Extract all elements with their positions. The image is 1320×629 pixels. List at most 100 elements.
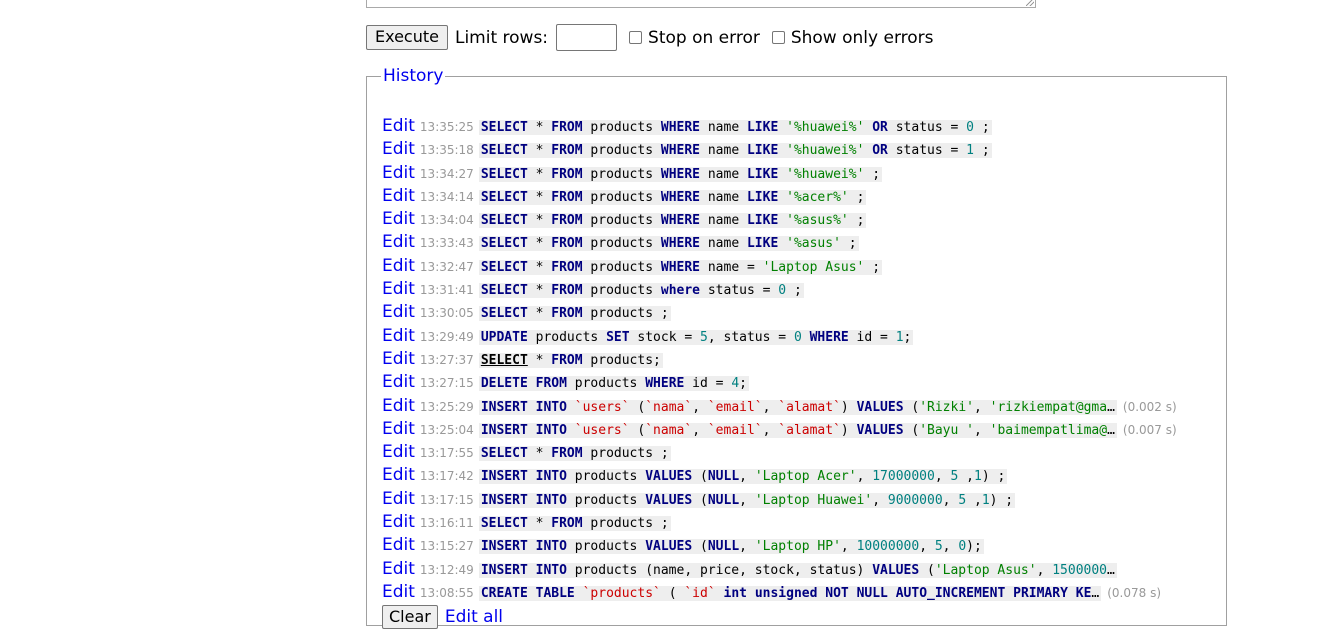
sql-token: `users`	[574, 422, 630, 438]
sql-token: INSERT	[480, 539, 528, 555]
sql-token: (	[629, 399, 646, 415]
edit-query-link[interactable]: Edit	[382, 559, 415, 579]
sql-token: TABLE	[535, 585, 575, 601]
resize-grip-icon[interactable]	[1026, 0, 1034, 6]
sql-token: status =	[887, 143, 967, 159]
sql-token: ;	[739, 376, 747, 392]
execute-button[interactable]: Execute	[366, 25, 448, 50]
edit-query-link[interactable]: Edit	[382, 512, 415, 532]
sql-token: status =	[700, 283, 779, 299]
sql-token: SELECT	[480, 352, 528, 368]
stop-on-error-option[interactable]: Stop on error	[629, 28, 760, 48]
sql-token: name	[700, 166, 747, 182]
sql-token: WHERE	[660, 166, 701, 182]
sql-token: )	[840, 399, 857, 415]
edit-query-link[interactable]: Edit	[382, 372, 415, 392]
sql-token: 1	[981, 492, 990, 508]
sql-token: LIKE	[746, 166, 779, 182]
sql-token: KE	[1075, 585, 1092, 601]
stop-on-error-checkbox[interactable]	[629, 31, 643, 44]
sql-token: *	[527, 213, 552, 229]
sql-textarea[interactable]	[366, 0, 1036, 8]
edit-query-link[interactable]: Edit	[382, 209, 415, 229]
query-timestamp: 13:29:49	[419, 329, 474, 344]
sql-token: ,	[942, 492, 959, 508]
sql-token: 5	[934, 539, 943, 555]
sql-token: 4	[731, 376, 740, 392]
sql-token: `nama`	[645, 422, 693, 438]
sql-token: …	[1107, 422, 1115, 438]
limit-rows-input[interactable]	[556, 24, 618, 51]
limit-rows-label: Limit rows:	[454, 27, 549, 48]
sql-token: INTO	[535, 422, 567, 438]
edit-query-link[interactable]: Edit	[382, 396, 415, 416]
sql-token: SELECT	[480, 189, 528, 205]
sql-token: ,	[840, 539, 857, 555]
edit-query-link[interactable]: Edit	[382, 186, 415, 206]
sql-token: *	[527, 283, 552, 299]
sql-token: VALUES	[856, 422, 904, 438]
sql-token: FROM	[535, 376, 567, 392]
sql-token: (	[660, 585, 685, 601]
query-duration: (0.078 s)	[1107, 585, 1162, 600]
sql-token: ;	[974, 143, 990, 159]
sql-token: …	[1107, 399, 1115, 415]
edit-query-link[interactable]: Edit	[382, 419, 415, 439]
edit-query-link[interactable]: Edit	[382, 256, 415, 276]
sql-token: name	[700, 236, 747, 252]
query-sql: SELECT * FROM products WHERE name LIKE '…	[478, 213, 867, 229]
sql-token: VALUES	[645, 469, 693, 485]
sql-token: products	[566, 376, 646, 392]
sql-token: INTO	[535, 399, 567, 415]
history-row: Edit 13:34:27 SELECT * FROM products WHERE…	[382, 163, 1177, 186]
sql-token: SELECT	[480, 143, 528, 159]
sql-token: WHERE	[660, 236, 701, 252]
edit-query-link[interactable]: Edit	[382, 116, 415, 136]
history-legend[interactable]: History	[381, 66, 445, 86]
sql-token: INSERT	[480, 469, 528, 485]
edit-query-link[interactable]: Edit	[382, 139, 415, 159]
sql-token: (	[692, 492, 708, 508]
edit-query-link[interactable]: Edit	[382, 442, 415, 462]
edit-query-link[interactable]: Edit	[382, 163, 415, 183]
query-timestamp: 13:35:25	[419, 120, 474, 134]
query-timestamp: 13:17:42	[419, 469, 474, 484]
sql-token: WHERE	[660, 143, 701, 159]
edit-query-link[interactable]: Edit	[382, 326, 415, 346]
history-row: Edit 13:12:49 INSERT INTO products (name, …	[382, 559, 1177, 582]
show-only-errors-option[interactable]: Show only errors	[771, 28, 934, 48]
sql-token: WHERE	[645, 376, 685, 392]
sql-token: VALUES	[872, 562, 920, 578]
sql-token: );	[966, 539, 982, 555]
edit-query-link[interactable]: Edit	[382, 489, 415, 509]
edit-all-link[interactable]: Edit all	[445, 607, 503, 627]
edit-query-link[interactable]: Edit	[382, 232, 415, 252]
sql-token: '%huawei%'	[786, 143, 865, 159]
history-row: Edit 13:15:27 INSERT INTO products VALUES …	[382, 535, 1177, 558]
edit-query-link[interactable]: Edit	[382, 302, 415, 322]
sql-token: 1500000	[1052, 562, 1108, 578]
sql-token: (	[629, 422, 646, 438]
query-sql: SELECT * FROM products where status = 0 …	[478, 283, 804, 299]
query-timestamp: 13:25:04	[419, 422, 474, 437]
edit-query-link[interactable]: Edit	[382, 535, 415, 555]
sql-token: 0	[793, 329, 802, 345]
query-sql: CREATE TABLE `products` ( `id` int unsig…	[478, 585, 1102, 601]
sql-token: WHERE	[809, 329, 849, 345]
edit-query-link[interactable]: Edit	[382, 582, 415, 602]
query-sql: SELECT * FROM products WHERE name = 'Lap…	[478, 259, 883, 275]
show-only-errors-checkbox[interactable]	[771, 31, 785, 44]
sql-token: 1	[895, 329, 904, 345]
edit-query-link[interactable]: Edit	[382, 349, 415, 369]
sql-token: ;	[840, 236, 857, 252]
edit-query-link[interactable]: Edit	[382, 279, 415, 299]
edit-query-link[interactable]: Edit	[382, 465, 415, 485]
